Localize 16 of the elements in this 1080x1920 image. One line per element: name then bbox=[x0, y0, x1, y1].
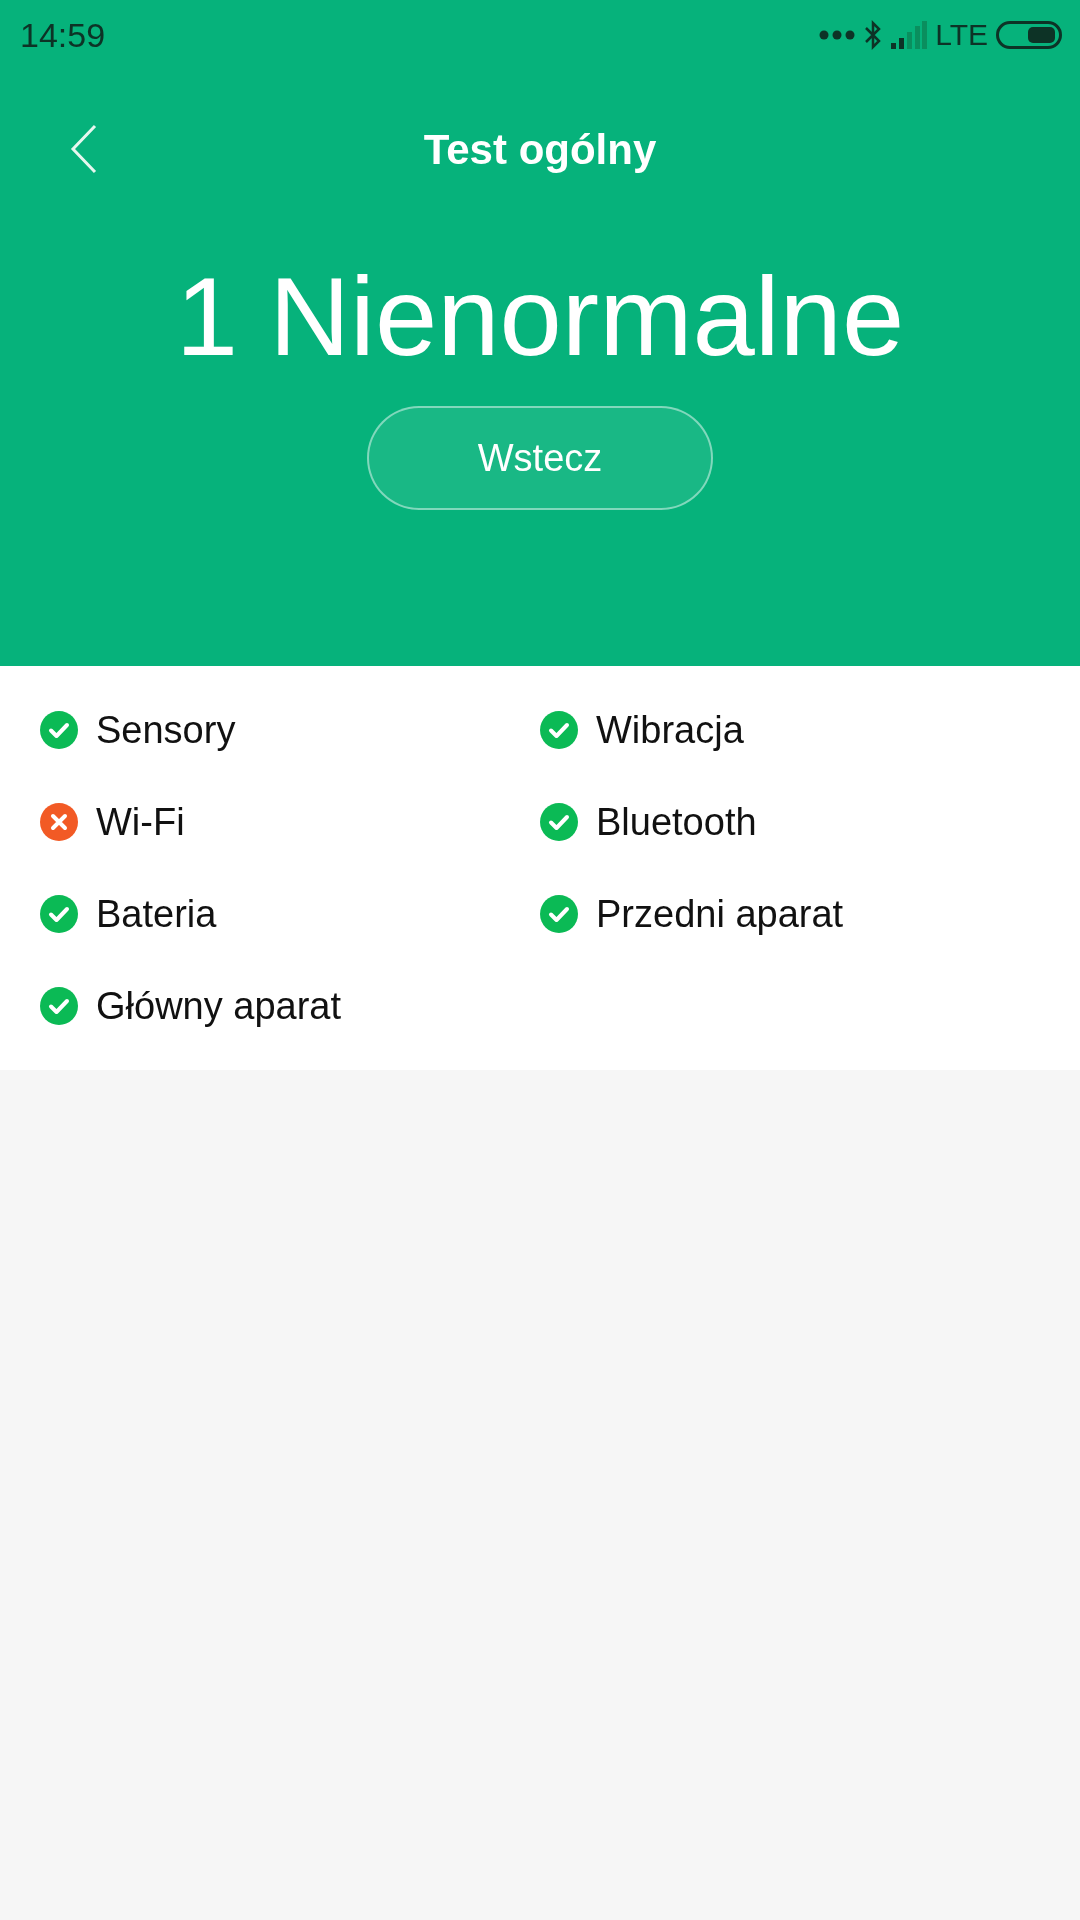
test-label: Sensory bbox=[96, 708, 236, 752]
page-title: Test ogólny bbox=[423, 126, 657, 174]
test-label: Główny aparat bbox=[96, 984, 341, 1028]
back-icon[interactable] bbox=[70, 124, 98, 174]
result-summary: 1 Nienormalne bbox=[174, 253, 906, 381]
back-button[interactable]: Wstecz bbox=[367, 406, 713, 510]
battery-icon bbox=[996, 21, 1062, 49]
network-type: LTE bbox=[935, 18, 988, 52]
test-label: Bluetooth bbox=[596, 800, 757, 844]
test-label: Wi-Fi bbox=[96, 800, 185, 844]
status-time: 14:59 bbox=[20, 15, 106, 55]
test-label: Przedni aparat bbox=[596, 892, 844, 936]
signal-icon bbox=[891, 21, 928, 49]
test-label: Bateria bbox=[96, 892, 217, 936]
test-label: Wibracja bbox=[596, 708, 744, 752]
more-dots-icon bbox=[819, 30, 856, 40]
